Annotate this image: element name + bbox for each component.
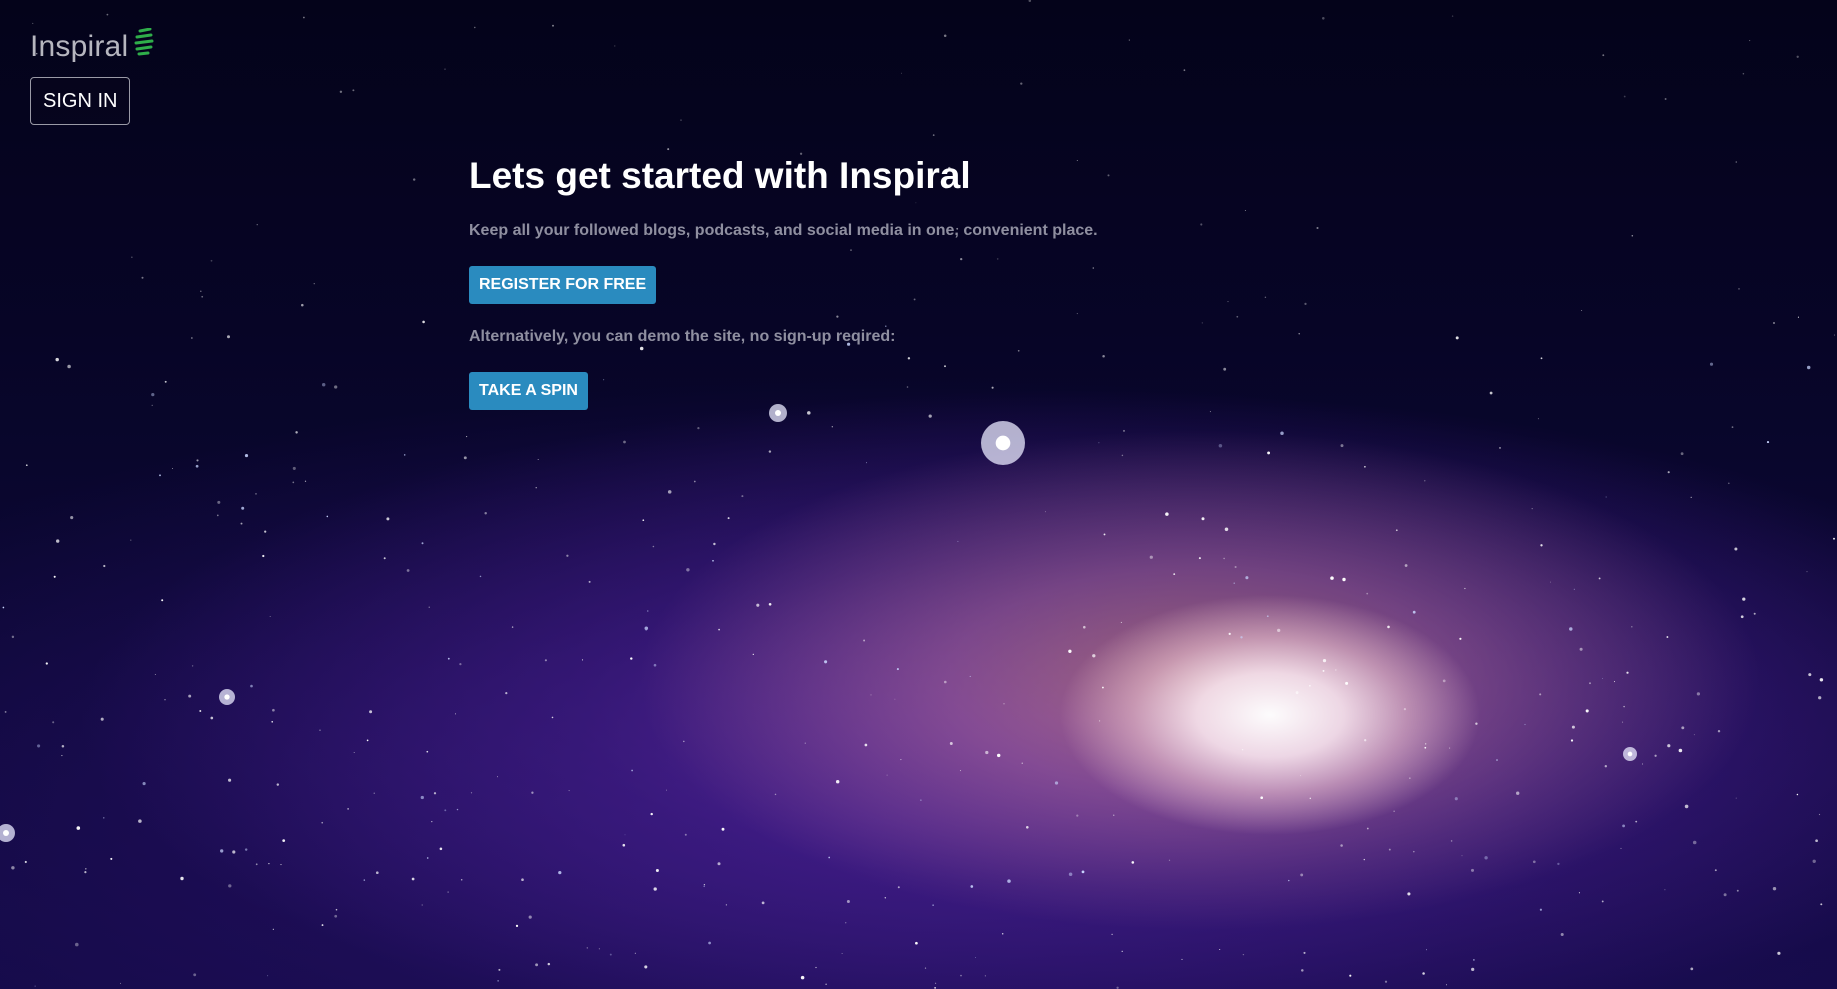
star-field	[0, 0, 1835, 989]
hero-section: Lets get started with Inspiral Keep all …	[469, 152, 1098, 410]
take-a-spin-button[interactable]: TAKE A SPIN	[469, 372, 588, 410]
spiral-logo-icon	[134, 28, 154, 56]
brand-name: Inspiral	[30, 30, 129, 63]
page-title: Lets get started with Inspiral	[469, 155, 971, 196]
galaxy-background	[0, 0, 1837, 989]
brand-logo[interactable]: Inspiral	[30, 28, 155, 64]
hero-subtitle: Keep all your followed blogs, podcasts, …	[469, 222, 1098, 239]
demo-prompt-text: Alternatively, you can demo the site, no…	[469, 328, 896, 345]
register-button[interactable]: REGISTER FOR FREE	[469, 266, 657, 304]
sign-in-button[interactable]: SIGN IN	[30, 77, 131, 125]
